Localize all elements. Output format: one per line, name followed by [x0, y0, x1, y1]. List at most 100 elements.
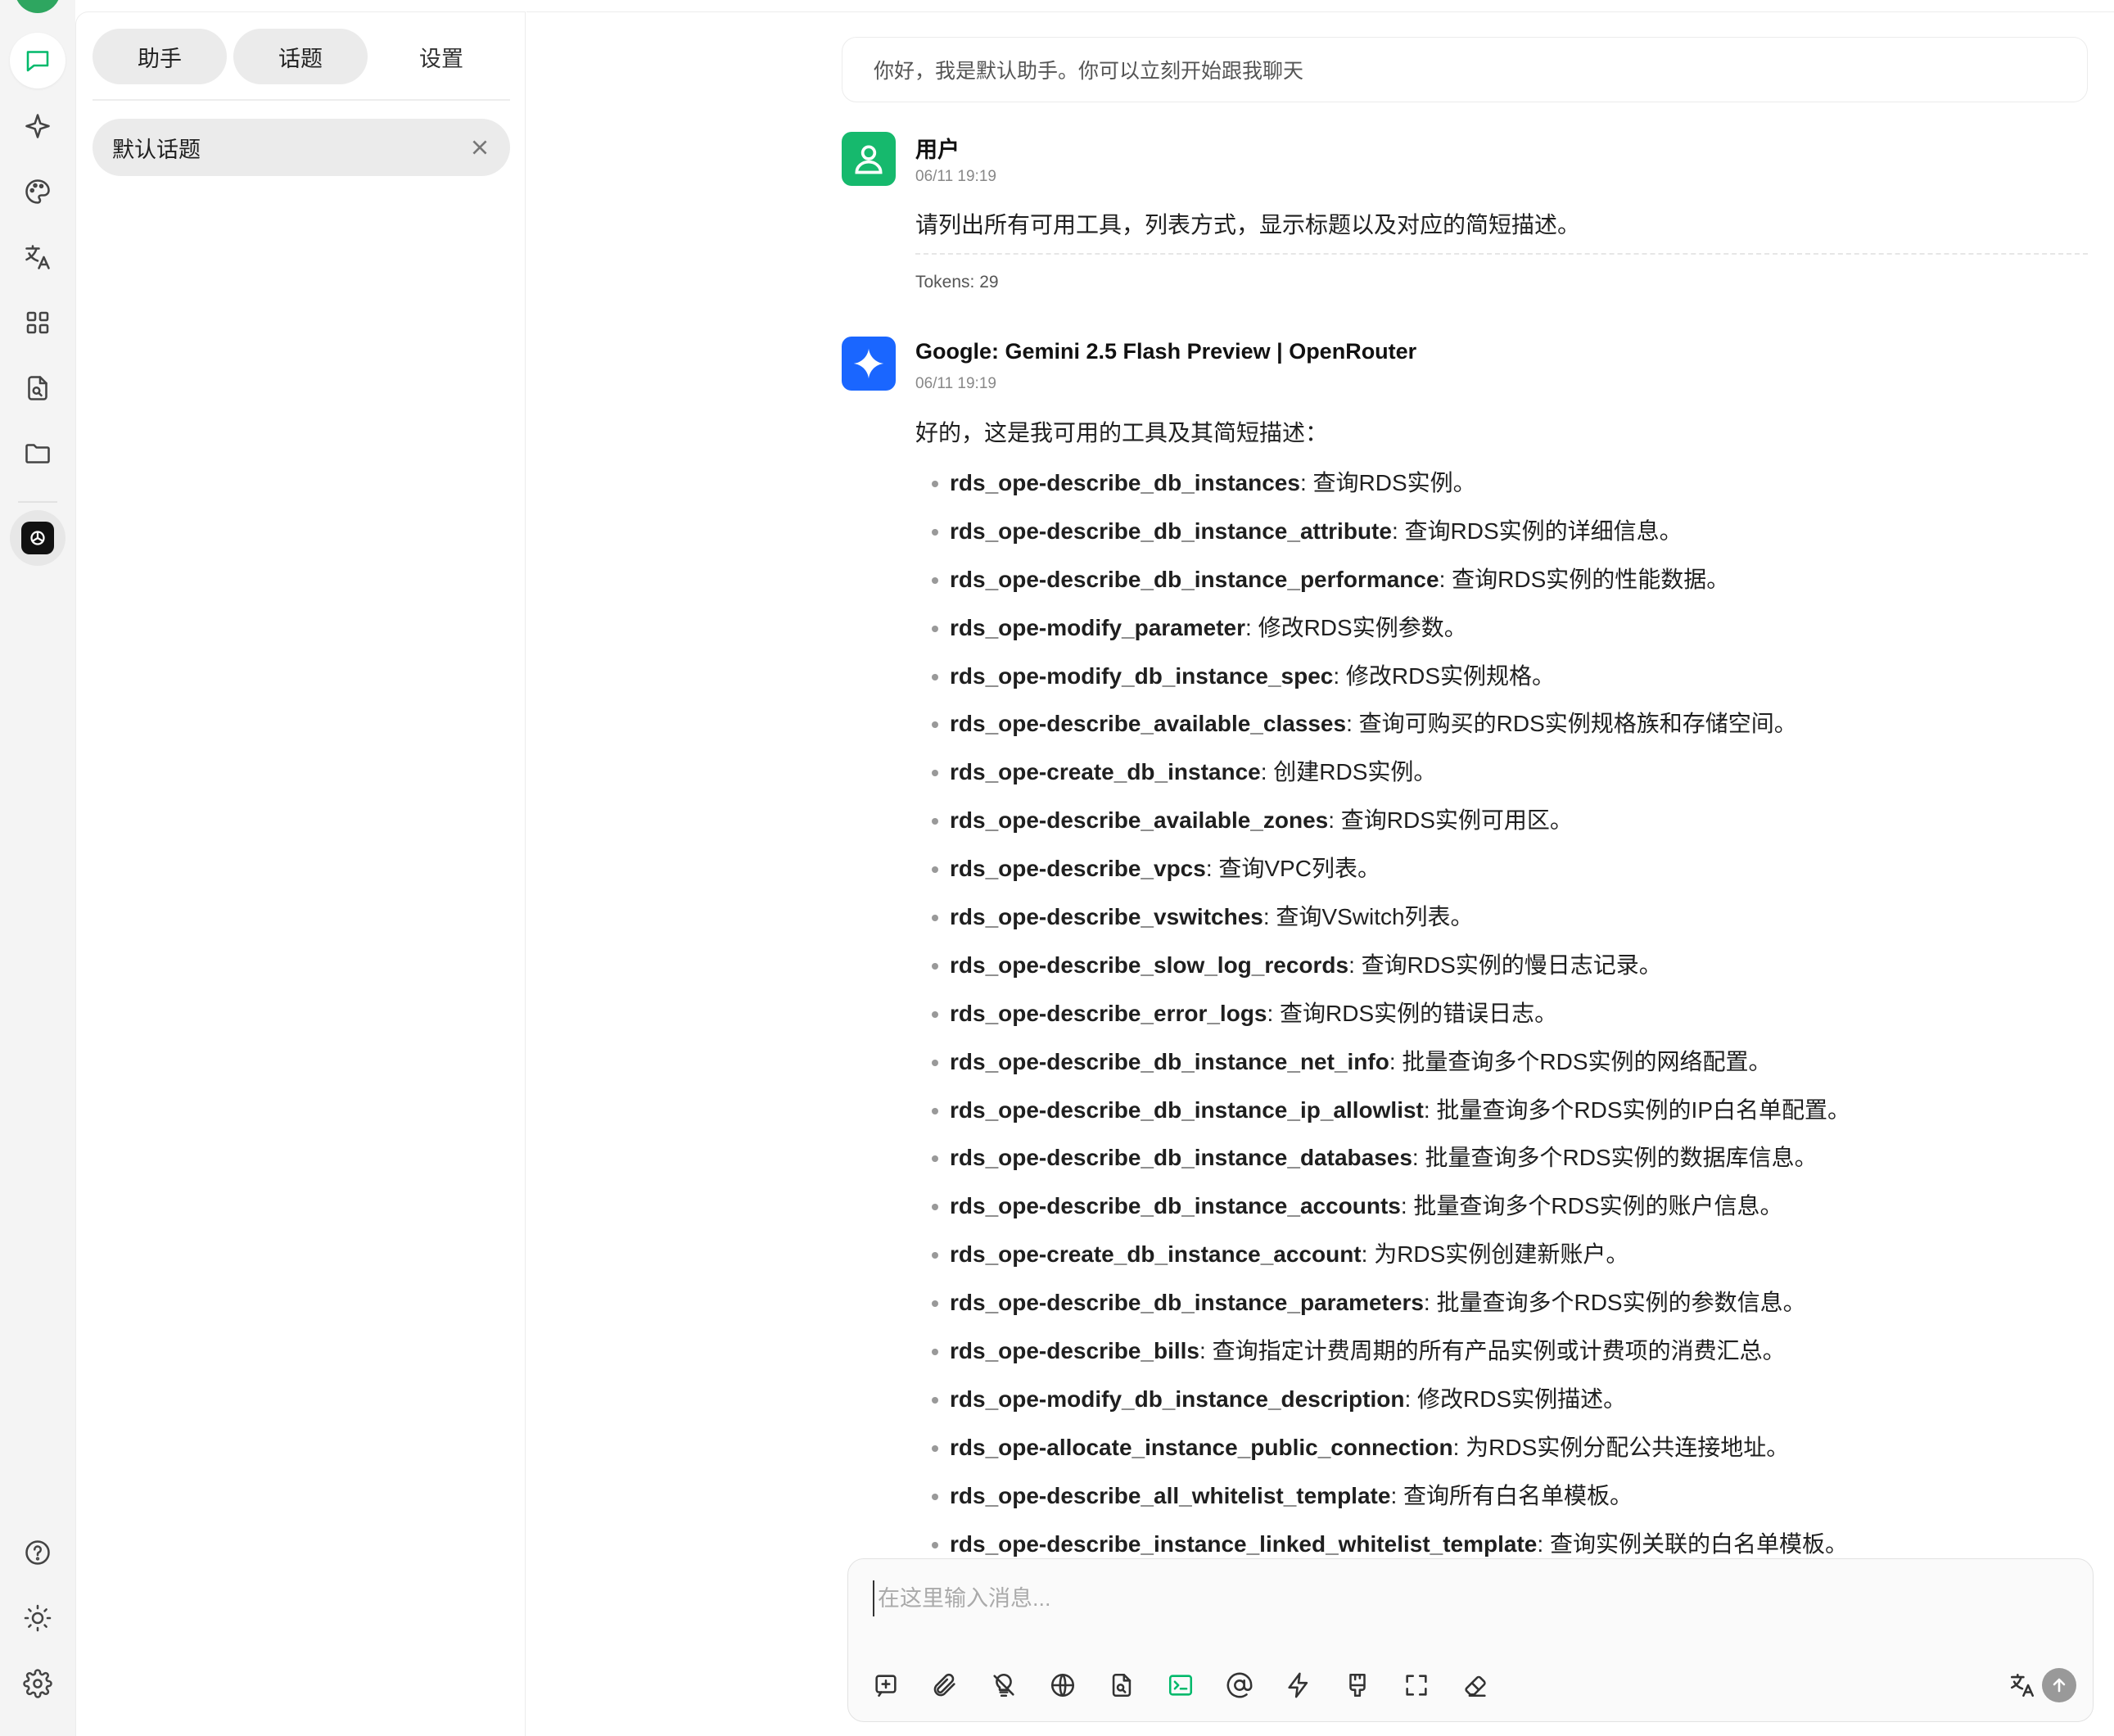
tool-name: rds_ope-describe_db_instances: [950, 470, 1300, 495]
folder-icon: [25, 444, 50, 463]
new-topic-icon: [875, 1675, 897, 1698]
tool-list-item: rds_ope-describe_slow_log_records: 查询RDS…: [915, 948, 2078, 997]
message-input[interactable]: [873, 1580, 2052, 1616]
translate-input-button[interactable]: [2003, 1666, 2042, 1705]
user-message-time: 06/11 19:19: [915, 168, 996, 185]
user-message-text: 请列出所有可用工具，列表方式，显示标题以及对应的简短描述。: [915, 212, 1581, 237]
quick-phrases-button[interactable]: [1279, 1666, 1318, 1705]
tool-list-item: rds_ope-describe_error_logs: 查询RDS实例的错误日…: [915, 997, 2078, 1045]
tool-description: : 批量查询多个RDS实例的数据库信息。: [1412, 1145, 1818, 1171]
user-avatar[interactable]: [15, 0, 61, 13]
tab-settings[interactable]: 设置: [374, 29, 508, 84]
tool-description: : 批量查询多个RDS实例的IP白名单配置。: [1423, 1096, 1851, 1123]
user-avatar-icon: [842, 132, 896, 186]
topics-panel: 助手 话题 设置 默认话题: [75, 11, 526, 1736]
web-search-off-icon: [993, 1673, 1014, 1698]
tool-description: : 查询RDS实例。: [1299, 470, 1476, 495]
web-search-toggle[interactable]: [984, 1666, 1023, 1705]
tool-description: : 创建RDS实例。: [1260, 759, 1437, 785]
tool-description: : 查询实例关联的白名单模板。: [1537, 1530, 1848, 1557]
tool-name: rds_ope-describe_error_logs: [950, 1000, 1267, 1026]
new-topic-button[interactable]: [866, 1666, 906, 1705]
file-search-icon: [28, 376, 47, 400]
tool-description: : 查询指定计费周期的所有产品实例或计费项的消费汇总。: [1199, 1338, 1786, 1364]
translate-nav-button[interactable]: [10, 229, 65, 285]
expand-input-button[interactable]: [1397, 1666, 1436, 1705]
tool-list-item: rds_ope-describe_db_instance_attribute: …: [915, 514, 2078, 563]
close-icon[interactable]: [469, 137, 490, 158]
tool-description: : 修改RDS实例规格。: [1333, 662, 1556, 689]
bot-sender-name: Google: Gemini 2.5 Flash Preview | OpenR…: [915, 339, 1417, 364]
tool-list-item: rds_ope-modify_db_instance_description: …: [915, 1382, 2078, 1431]
fullscreen-icon: [1406, 1675, 1427, 1696]
tool-description: : 修改RDS实例描述。: [1404, 1386, 1627, 1412]
agents-nav-button[interactable]: [10, 98, 65, 154]
tool-description: : 为RDS实例创建新账户。: [1361, 1241, 1629, 1268]
chat-area: 你好，我是默认助手。你可以立刻开始跟我聊天 用户 06/11 19:19 请列出…: [526, 11, 2114, 1736]
tool-description: : 批量查询多个RDS实例的网络配置。: [1389, 1048, 1772, 1074]
tool-list-item: rds_ope-create_db_instance_account: 为RDS…: [915, 1237, 2078, 1286]
mcp-tools-button[interactable]: [1161, 1666, 1200, 1705]
tool-list-item: rds_ope-describe_db_instance_accounts: 批…: [915, 1189, 2078, 1237]
tool-list-item: rds_ope-describe_db_instance_parameters:…: [915, 1286, 2078, 1334]
tool-list-item: rds_ope-create_db_instance: 创建RDS实例。: [915, 755, 2078, 803]
settings-button[interactable]: [10, 1656, 65, 1711]
tool-name: rds_ope-describe_db_instance_performance: [950, 566, 1439, 592]
tool-description: : 查询可购买的RDS实例规格族和存储空间。: [1346, 711, 1797, 737]
tool-name: rds_ope-describe_db_instance_databases: [950, 1145, 1412, 1171]
paintings-nav-button[interactable]: [10, 164, 65, 219]
help-button[interactable]: [10, 1525, 65, 1580]
tool-list-item: rds_ope-describe_db_instance_net_info: 批…: [915, 1045, 2078, 1093]
tool-list-item: rds_ope-describe_db_instances: 查询RDS实例。: [915, 466, 2078, 514]
mention-icon: [1226, 1672, 1253, 1698]
tool-description: : 为RDS实例分配公共连接地址。: [1452, 1434, 1790, 1460]
tool-description: : 批量查询多个RDS实例的参数信息。: [1423, 1290, 1806, 1316]
tool-list-item: rds_ope-modify_db_instance_spec: 修改RDS实例…: [915, 659, 2078, 708]
knowledge-base-button[interactable]: [1102, 1666, 1141, 1705]
globe-icon: [1050, 1673, 1075, 1698]
clear-context-button[interactable]: [1338, 1666, 1377, 1705]
tool-list: rds_ope-describe_db_instances: 查询RDS实例。 r…: [915, 466, 2078, 1560]
rail-divider: [18, 501, 57, 503]
chat-nav-button[interactable]: [10, 33, 65, 88]
tool-description: : 修改RDS实例参数。: [1245, 614, 1467, 640]
eraser-icon: [1465, 1675, 1486, 1698]
terminal-icon: [1168, 1675, 1193, 1696]
help-icon: [25, 1540, 50, 1565]
clear-topic-button[interactable]: [1456, 1666, 1495, 1705]
welcome-message: 你好，我是默认助手。你可以立刻开始跟我聊天: [842, 37, 2088, 102]
tool-name: rds_ope-describe_available_zones: [950, 807, 1329, 834]
tool-list-item: rds_ope-describe_db_instance_performance…: [915, 563, 2078, 611]
tool-name: rds_ope-describe_all_whitelist_template: [950, 1482, 1391, 1508]
send-button[interactable]: [2042, 1668, 2076, 1702]
sparkle-icon: [25, 114, 50, 138]
tool-name: rds_ope-modify_db_instance_description: [950, 1386, 1405, 1412]
tool-name: rds_ope-describe_vswitches: [950, 904, 1263, 930]
pinned-app-button[interactable]: [10, 510, 65, 566]
clear-context-icon: [1349, 1673, 1366, 1698]
topic-item[interactable]: 默认话题: [93, 119, 510, 176]
translate-icon: [25, 245, 50, 269]
apps-nav-button[interactable]: [10, 295, 65, 350]
tool-description: : 查询RDS实例的慢日志记录。: [1348, 952, 1662, 978]
tool-description: : 查询VPC列表。: [1205, 856, 1380, 882]
tool-description: : 查询RDS实例的详细信息。: [1391, 518, 1683, 544]
tool-list-item: rds_ope-describe_all_whitelist_template:…: [915, 1479, 2078, 1527]
tabs-divider: [93, 99, 510, 101]
files-nav-button[interactable]: [10, 426, 65, 481]
tool-name: rds_ope-describe_db_instance_net_info: [950, 1048, 1389, 1074]
tool-name: rds_ope-allocate_instance_public_connect…: [950, 1434, 1453, 1460]
tab-topics[interactable]: 话题: [233, 29, 368, 84]
tab-assistant[interactable]: 助手: [93, 29, 227, 84]
user-sender-name: 用户: [915, 138, 960, 162]
tool-name: rds_ope-describe_bills: [950, 1338, 1200, 1364]
attachment-button[interactable]: [925, 1666, 964, 1705]
theme-toggle-button[interactable]: [10, 1590, 65, 1646]
web-search-button[interactable]: [1043, 1666, 1082, 1705]
mention-model-button[interactable]: [1220, 1666, 1259, 1705]
file-search-icon: [1112, 1673, 1132, 1698]
knowledge-nav-button[interactable]: [10, 360, 65, 416]
palette-icon: [25, 179, 50, 204]
send-icon: [2053, 1678, 2066, 1693]
tool-list-item: rds_ope-describe_db_instance_databases: …: [915, 1141, 2078, 1189]
